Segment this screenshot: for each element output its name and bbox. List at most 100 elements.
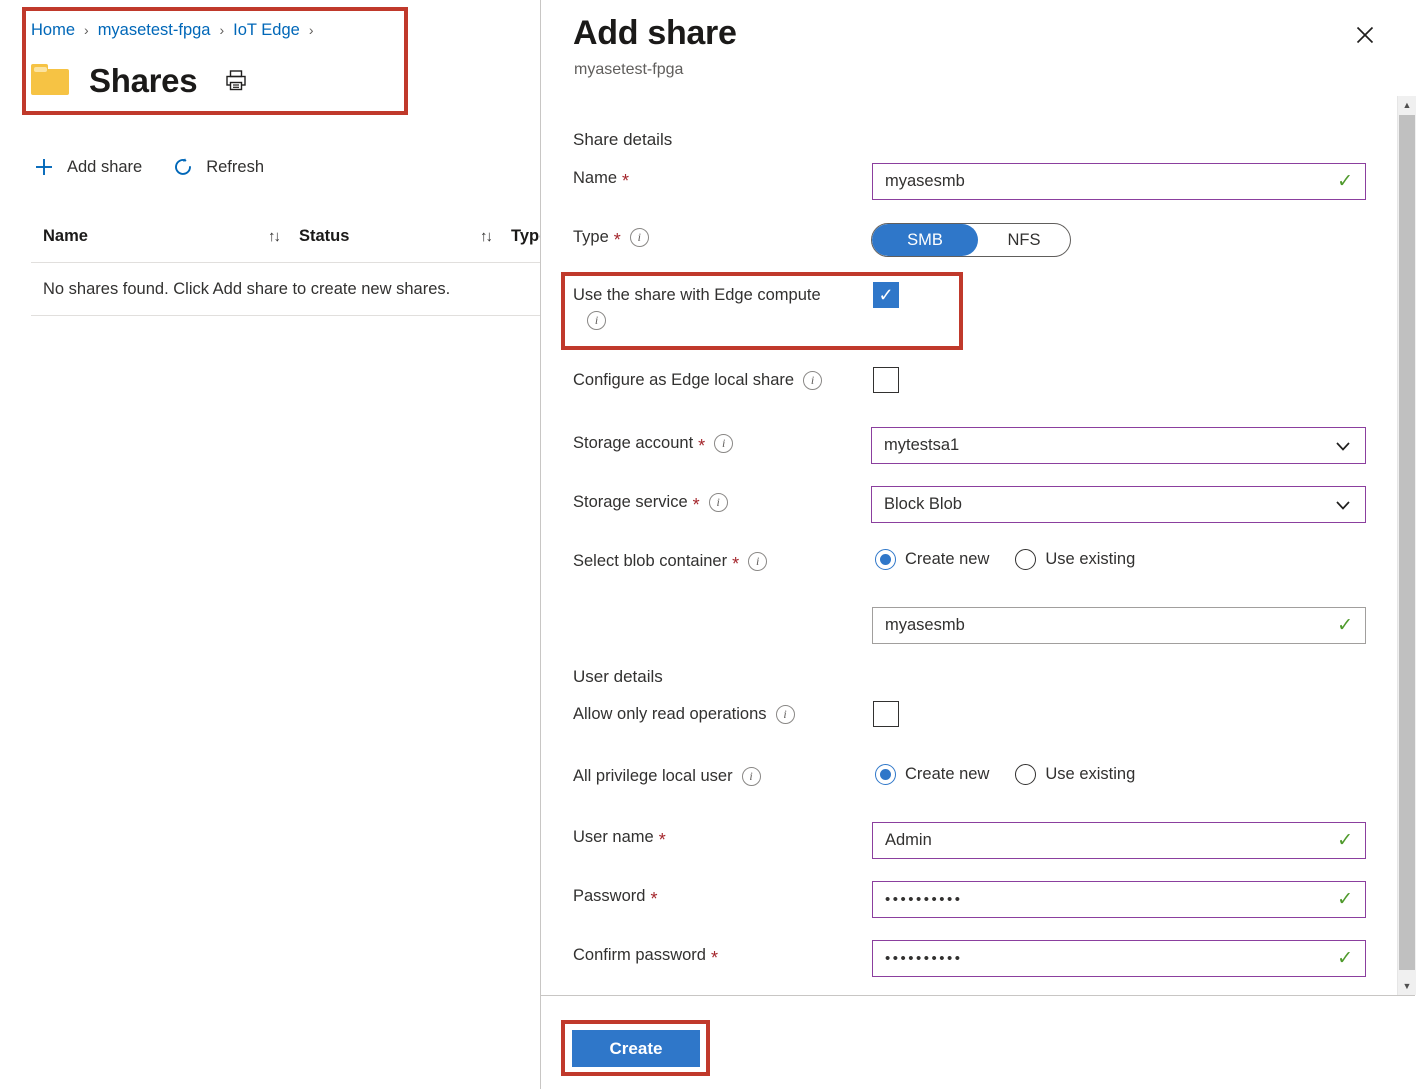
blob-container-option-use-existing[interactable]: Use existing [1015,549,1135,570]
section-header-share-details: Share details [573,130,672,150]
privilege-user-option-use-existing[interactable]: Use existing [1015,764,1135,785]
field-label-name-text: Name [573,169,617,188]
shares-table: Name ↑↓ Status ↑↓ Type No shares found. … [31,210,540,316]
field-label-storage-service: Storage service* i [573,493,728,512]
scrollbar-thumb[interactable] [1399,115,1415,970]
info-icon[interactable]: i [803,371,822,390]
sort-icon[interactable]: ↑↓ [268,228,293,245]
folder-icon [31,64,71,96]
privilege-user-option-use-existing-label: Use existing [1045,765,1135,784]
privilege-user-option-create-new[interactable]: Create new [875,764,989,785]
required-marker: * [659,831,666,849]
valid-check-icon: ✓ [1337,831,1353,850]
edge-compute-checkbox[interactable]: ✓ [873,282,899,308]
user-name-input-value: Admin [885,831,1329,850]
column-header-status-label: Status [299,227,349,246]
breadcrumb-separator-icon: › [84,22,89,38]
info-icon[interactable]: i [776,705,795,724]
sort-icon[interactable]: ↑↓ [480,228,505,245]
column-header-status[interactable]: Status ↑↓ [293,227,505,246]
blob-container-option-use-existing-label: Use existing [1045,550,1135,569]
radio-selected-icon [875,764,896,785]
user-name-input[interactable]: Admin ✓ [872,822,1366,859]
panel-scrollbar[interactable]: ▲ ▼ [1397,96,1416,995]
required-marker: * [650,890,657,908]
info-icon[interactable]: i [709,493,728,512]
field-label-user-name: User name * [573,828,666,847]
field-label-edge-local-share-text: Configure as Edge local share [573,371,794,390]
info-icon[interactable]: i [630,228,649,247]
valid-check-icon: ✓ [1337,172,1353,191]
name-input[interactable]: myasesmb ✓ [872,163,1366,200]
refresh-button[interactable]: Refresh [170,154,264,180]
panel-footer: Create [541,996,1415,1089]
read-only-checkbox[interactable] [873,701,899,727]
blob-container-option-create-new-label: Create new [905,550,989,569]
info-icon[interactable]: i [742,767,761,786]
shares-list-pane: Home › myasetest-fpga › IoT Edge › Share… [0,0,540,1089]
blob-container-radio-group: Create new Use existing [875,546,1161,572]
confirm-password-input[interactable]: •••••••••• ✓ [872,940,1366,977]
required-marker: * [614,231,621,249]
blob-container-input[interactable]: myasesmb ✓ [872,607,1366,644]
type-toggle[interactable]: SMB NFS [871,223,1071,257]
checkmark-icon: ✓ [878,286,893,304]
panel-title: Add share [573,14,737,53]
page-title: Shares [89,64,197,97]
field-label-user-name-text: User name [573,828,654,847]
info-icon[interactable]: i [714,434,733,453]
edge-local-share-checkbox[interactable] [873,367,899,393]
chevron-down-icon [1333,495,1353,515]
storage-service-dropdown[interactable]: Block Blob [871,486,1366,523]
valid-check-icon: ✓ [1337,890,1353,909]
add-share-button[interactable]: Add share [31,154,142,180]
scroll-up-arrow-icon[interactable]: ▲ [1398,96,1416,114]
table-empty-message: No shares found. Click Add share to crea… [31,263,540,316]
name-input-value: myasesmb [885,172,1329,191]
breadcrumb-separator-icon: › [309,22,314,38]
password-input[interactable]: •••••••••• ✓ [872,881,1366,918]
printer-icon[interactable] [223,67,249,93]
field-label-storage-account-text: Storage account [573,434,693,453]
field-label-edge-compute: Use the share with Edge compute [573,286,821,305]
column-header-name-label: Name [43,227,88,246]
table-header-row: Name ↑↓ Status ↑↓ Type [31,210,540,263]
required-marker: * [711,949,718,967]
create-button[interactable]: Create [572,1030,700,1067]
storage-account-dropdown[interactable]: mytestsa1 [871,427,1366,464]
field-label-confirm-password-text: Confirm password [573,946,706,965]
breadcrumb-separator-icon: › [220,22,225,38]
required-marker: * [693,496,700,514]
column-header-type-label: Type [511,227,540,246]
type-option-smb[interactable]: SMB [872,224,978,256]
storage-account-value: mytestsa1 [884,436,1333,455]
info-icon[interactable]: i [587,311,606,330]
page-title-row: Shares [31,55,249,105]
field-label-privilege-user: All privilege local user i [573,767,761,786]
blob-container-option-create-new[interactable]: Create new [875,549,989,570]
breadcrumb-item-device[interactable]: myasetest-fpga [98,21,211,40]
close-icon[interactable] [1348,18,1382,52]
scroll-down-arrow-icon[interactable]: ▼ [1398,977,1416,995]
valid-check-icon: ✓ [1337,949,1353,968]
column-header-type[interactable]: Type [505,227,540,246]
storage-service-value: Block Blob [884,495,1333,514]
radio-selected-icon [875,549,896,570]
column-header-name[interactable]: Name ↑↓ [31,227,293,246]
panel-subtitle: myasetest-fpga [574,61,683,79]
panel-form-body: Share details Name * myasesmb ✓ Type* i S… [541,96,1415,995]
edge-compute-highlight-box [561,272,963,350]
breadcrumb: Home › myasetest-fpga › IoT Edge › [31,17,323,43]
radio-unselected-icon [1015,549,1036,570]
refresh-label: Refresh [206,158,264,177]
breadcrumb-item-home[interactable]: Home [31,21,75,40]
plus-icon [31,154,57,180]
type-option-nfs[interactable]: NFS [978,224,1070,256]
field-label-type: Type* i [573,228,649,247]
command-bar: Add share Refresh [31,148,292,186]
field-label-privilege-user-text: All privilege local user [573,767,733,786]
privilege-user-option-create-new-label: Create new [905,765,989,784]
breadcrumb-item-iot-edge[interactable]: IoT Edge [233,21,300,40]
info-icon[interactable]: i [748,552,767,571]
privilege-user-radio-group: Create new Use existing [875,761,1161,787]
